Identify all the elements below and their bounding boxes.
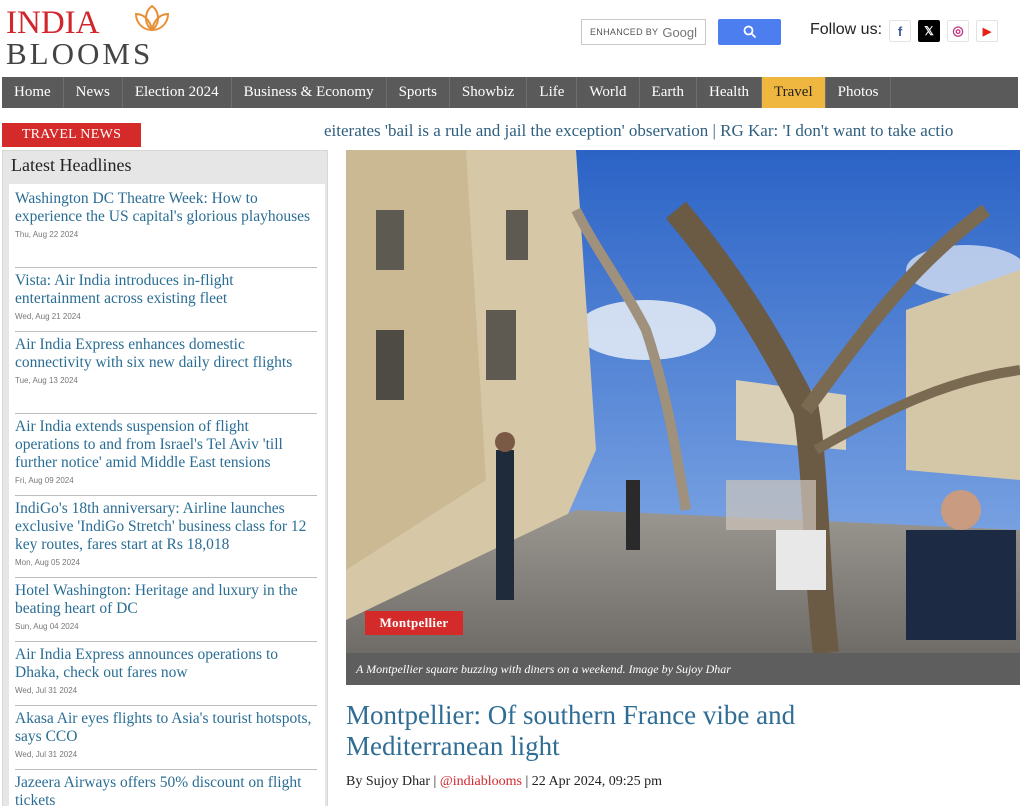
headline-item: Air India Express enhances domestic conn… — [15, 336, 317, 414]
latest-headlines-sidebar: Latest Headlines Washington DC Theatre W… — [2, 150, 328, 806]
nav-life[interactable]: Life — [527, 77, 578, 108]
headline-link[interactable]: Air India Express announces operations t… — [15, 646, 317, 682]
ticker-label: TRAVEL NEWS — [2, 123, 141, 147]
search-icon — [743, 25, 756, 39]
headline-link[interactable]: Air India extends suspension of flight o… — [15, 418, 317, 472]
facebook-glyph: f — [897, 23, 903, 39]
nav-news[interactable]: News — [64, 77, 123, 108]
nav-photos[interactable]: Photos — [826, 77, 892, 108]
news-ticker: eiterates 'bail is a rule and jail the e… — [146, 119, 1020, 147]
article-byline: By Sujoy Dhar | @indiablooms | 22 Apr 20… — [346, 774, 662, 790]
x-icon[interactable]: 𝕏 — [918, 20, 940, 42]
nav-election-2024[interactable]: Election 2024 — [123, 77, 232, 108]
headline-date: Wed, Jul 31 2024 — [15, 750, 78, 759]
image-caption: A Montpellier square buzzing with diners… — [346, 653, 1020, 685]
byline-author: By Sujoy Dhar | — [346, 774, 437, 789]
headline-item: Air India Express announces operations t… — [15, 646, 317, 706]
x-glyph: 𝕏 — [924, 24, 934, 38]
street-scene-illustration — [346, 150, 1020, 653]
nav-health[interactable]: Health — [697, 77, 762, 108]
headline-date: Sun, Aug 04 2024 — [15, 622, 79, 631]
search-button[interactable] — [718, 19, 781, 45]
follow-us-label: Follow us: — [810, 21, 883, 38]
headline-link[interactable]: Jazeera Airways offers 50% discount on f… — [15, 774, 317, 806]
headline-link[interactable]: Washington DC Theatre Week: How to exper… — [15, 190, 317, 226]
headline-item: Jazeera Airways offers 50% discount on f… — [15, 774, 317, 806]
headline-item: Akasa Air eyes flights to Asia's tourist… — [15, 710, 317, 770]
article-hero-image — [346, 150, 1020, 653]
nav-travel[interactable]: Travel — [762, 77, 826, 108]
headline-item: Air India extends suspension of flight o… — [15, 418, 317, 496]
headline-date: Tue, Aug 13 2024 — [15, 376, 78, 385]
ticker-text[interactable]: eiterates 'bail is a rule and jail the e… — [324, 121, 953, 141]
headline-date: Mon, Aug 05 2024 — [15, 558, 80, 567]
headline-item: Vista: Air India introduces in-flight en… — [15, 272, 317, 332]
youtube-glyph: ▶ — [982, 25, 992, 38]
sidebar-title: Latest Headlines — [11, 155, 132, 175]
nav-world[interactable]: World — [577, 77, 640, 108]
headline-date: Wed, Aug 21 2024 — [15, 312, 81, 321]
headline-link[interactable]: Vista: Air India introduces in-flight en… — [15, 272, 317, 308]
headline-date: Thu, Aug 22 2024 — [15, 230, 79, 239]
byline-handle[interactable]: @indiablooms — [440, 774, 522, 789]
lotus-icon — [134, 4, 170, 32]
facebook-icon[interactable]: f — [889, 20, 911, 42]
headline-item: Washington DC Theatre Week: How to exper… — [15, 190, 317, 268]
logo-text-top: INDIA — [6, 5, 100, 41]
instagram-icon[interactable]: ◎ — [947, 20, 969, 42]
headline-list: Washington DC Theatre Week: How to exper… — [9, 184, 325, 806]
headline-item: Hotel Washington: Heritage and luxury in… — [15, 582, 317, 642]
logo-text-bottom: BLOOMS — [6, 36, 154, 71]
headline-link[interactable]: Hotel Washington: Heritage and luxury in… — [15, 582, 317, 618]
headline-link[interactable]: IndiGo's 18th anniversary: Airline launc… — [15, 500, 317, 554]
nav-business-economy[interactable]: Business & Economy — [232, 77, 387, 108]
nav-showbiz[interactable]: Showbiz — [450, 77, 528, 108]
byline-date: | 22 Apr 2024, 09:25 pm — [525, 774, 663, 789]
site-logo[interactable]: INDIA BLOOMS — [6, 4, 176, 71]
headline-item: IndiGo's 18th anniversary: Airline launc… — [15, 500, 317, 578]
location-badge[interactable]: Montpellier — [365, 611, 463, 635]
headline-date: Wed, Jul 31 2024 — [15, 686, 78, 695]
youtube-icon[interactable]: ▶ — [976, 20, 998, 42]
search-placeholder: Googl — [662, 24, 698, 40]
site-header: INDIA BLOOMS ENHANCED BY Googl Follow us… — [0, 0, 1024, 76]
search-input[interactable]: ENHANCED BY Googl — [581, 19, 706, 45]
headline-link[interactable]: Air India Express enhances domestic conn… — [15, 336, 317, 372]
nav-sports[interactable]: Sports — [387, 77, 450, 108]
article-title: Montpellier: Of southern France vibe and… — [346, 700, 796, 761]
headline-date: Fri, Aug 09 2024 — [15, 476, 74, 485]
headline-link[interactable]: Akasa Air eyes flights to Asia's tourist… — [15, 710, 317, 746]
nav-home[interactable]: Home — [2, 77, 64, 108]
instagram-glyph: ◎ — [952, 23, 964, 38]
main-nav: Home News Election 2024 Business & Econo… — [2, 77, 1018, 108]
search-enhanced-label: ENHANCED BY — [590, 27, 659, 37]
nav-earth[interactable]: Earth — [640, 77, 698, 108]
